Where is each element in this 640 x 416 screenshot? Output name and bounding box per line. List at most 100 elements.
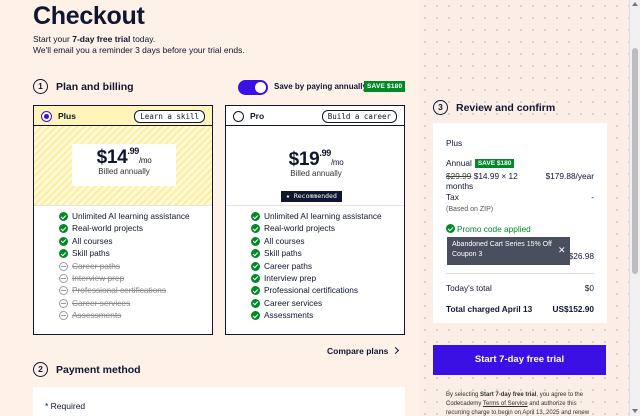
feature-item: Interview prep [251, 272, 382, 284]
chevron-right-icon [392, 346, 400, 355]
check-icon [59, 224, 68, 234]
summary-price-row: $29.99 $14.99 × 12 months $179.88/year [446, 171, 594, 191]
feature-item: Career paths [59, 260, 190, 272]
compare-plans-link[interactable]: Compare plans [327, 346, 400, 356]
price-dollars: $19 [288, 149, 320, 170]
feature-label: Unlimited AI learning assistance [264, 211, 382, 221]
feature-label: All courses [264, 235, 305, 246]
order-summary-card: Plus Annual SAVE $180 $29.99 $14.99 × 12 … [433, 123, 607, 323]
feature-item: Professional certifications [59, 284, 190, 296]
feature-item: Career services [251, 297, 382, 309]
pro-radio[interactable] [233, 111, 244, 122]
tax-value: - [591, 192, 594, 202]
feature-label: Professional certifications [72, 285, 167, 296]
excluded-icon [59, 273, 68, 283]
plan-card-plus[interactable]: Plus Learn a skill $14.99/mo Billed annu… [33, 105, 213, 335]
feature-item: Career paths [251, 260, 382, 272]
todays-total-value: $0 [584, 283, 594, 293]
todays-total-row: Today's total $0 [446, 283, 594, 293]
plus-radio[interactable] [41, 111, 52, 122]
scroll-thumb[interactable] [632, 48, 638, 274]
price-area: $14.99/mo Billed annually [34, 126, 212, 206]
tax-label: Tax [446, 192, 459, 202]
feature-label: Interview prep [72, 272, 125, 283]
payment-method-card: * Required [33, 387, 405, 416]
price-box: $19.99/mo Billed annually [264, 146, 368, 188]
check-icon [59, 236, 68, 246]
feature-item: Career services [59, 297, 190, 309]
check-icon [251, 236, 260, 246]
summary-annual-row: Annual SAVE $180 [446, 158, 594, 168]
feature-label: Career paths [72, 260, 120, 271]
excluded-icon [59, 261, 68, 271]
plan-card-pro[interactable]: Pro Build a career $19.99/mo Billed annu… [225, 105, 405, 335]
recommended-badge: ★ Recommended [281, 191, 342, 202]
plus-feature-list: Unlimited AI learning assistance Real-wo… [59, 210, 190, 322]
check-icon [251, 273, 260, 283]
feature-label: Professional certifications [264, 285, 359, 296]
page-subtitle: Start your 7-day free trial today. We'll… [33, 34, 245, 56]
price-area: $19.99/mo Billed annually ★ Recommended [226, 126, 404, 206]
feature-label: All courses [72, 235, 113, 246]
feature-item: Assessments [251, 309, 382, 321]
feature-label: Career paths [264, 260, 312, 271]
promo-applied-row: Promo code applied [446, 224, 594, 234]
feature-label: Career services [72, 297, 131, 308]
page-scrollbar[interactable] [629, 0, 640, 416]
legal-text: By selecting Start 7-day free trial, you… [446, 391, 596, 416]
feature-label: Assessments [264, 310, 314, 321]
feature-label: Interview prep [264, 272, 317, 283]
price-dollars: $14 [96, 147, 128, 168]
feature-label: Career services [264, 297, 323, 308]
annual-label: Annual [446, 158, 472, 168]
plan-billing-title: Plan and billing [56, 81, 134, 93]
step-2-badge: 2 [33, 362, 48, 377]
excluded-icon [59, 298, 68, 308]
compare-plans-label: Compare plans [327, 346, 389, 356]
feature-label: Unlimited AI learning assistance [72, 211, 190, 221]
plan-name: Plus [58, 111, 76, 121]
page-title: Checkout [33, 2, 145, 30]
charged-label: Total charged April 13 [446, 304, 533, 314]
close-icon[interactable]: ✕ [558, 245, 566, 255]
payment-method-title: Payment method [56, 364, 141, 376]
check-icon [251, 261, 260, 271]
price: $19.99/mo [264, 146, 368, 171]
price: $14.99/mo [72, 144, 176, 169]
promo-applied-label: Promo code applied [457, 224, 531, 234]
pay-annually-toggle[interactable] [238, 80, 268, 95]
terms-of-service-link[interactable]: Terms of Service [483, 401, 528, 407]
summary-plan-name: Plus [446, 138, 463, 148]
promo-code-chip: Abandoned Cart Series 15% Off Coupon 3 ✕ [447, 237, 570, 265]
per-year-price: $179.88/year [545, 171, 594, 181]
start-trial-button[interactable]: Start 7-day free trial [433, 345, 606, 375]
pro-feature-list: Unlimited AI learning assistance Real-wo… [251, 210, 382, 322]
check-icon [251, 249, 260, 259]
scroll-up-arrow-icon[interactable] [632, 2, 638, 6]
legal-bold: Start 7-day free trial [480, 392, 537, 398]
plan-tag: Learn a skill [134, 110, 205, 123]
price-cents: .99 [127, 146, 139, 156]
feature-item: Interview prep [59, 272, 190, 284]
feature-item: Assessments [59, 309, 190, 321]
review-confirm-title: Review and confirm [456, 102, 556, 114]
scroll-down-arrow-icon[interactable] [632, 409, 638, 413]
check-icon [59, 249, 68, 259]
annual-save-badge: SAVE $180 [474, 159, 515, 168]
feature-label: Real-world projects [72, 223, 144, 234]
billed-annually: Billed annually [290, 169, 342, 178]
toggle-knob [255, 82, 266, 93]
legal-text-part: By selecting [446, 392, 481, 398]
price-calc: $29.99 $14.99 × 12 months [446, 171, 546, 191]
subtitle-text-end: today. [130, 34, 156, 44]
price-box: $14.99/mo Billed annually [72, 144, 176, 186]
plan-tag: Build a career [321, 110, 397, 123]
old-price: $29.99 [446, 171, 472, 181]
feature-item: Unlimited AI learning assistance [251, 210, 382, 222]
feature-label: Real-world projects [264, 223, 336, 234]
feature-label: Assessments [72, 310, 122, 321]
price-unit: /mo [331, 158, 344, 167]
plan-card-header: Plus Learn a skill [34, 106, 212, 126]
plan-name: Pro [250, 111, 265, 121]
price-cents: .99 [319, 148, 331, 158]
